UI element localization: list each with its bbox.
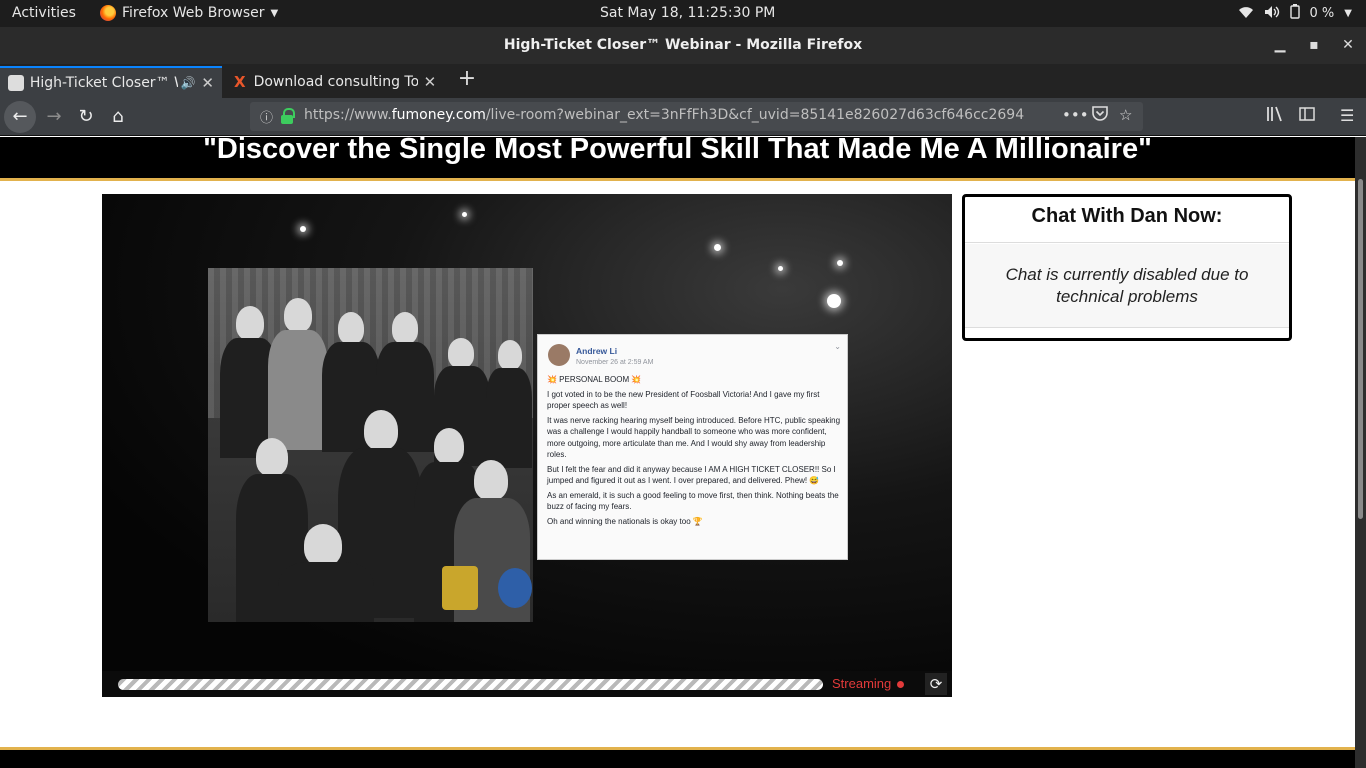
video-player[interactable]: Andrew Li November 26 at 2:59 AM ⌄ 💥 PER… <box>102 194 952 697</box>
webinar-page: "Discover the Single Most Powerful Skill… <box>0 137 1355 768</box>
system-top-bar: Activities Firefox Web Browser ▼ Sat May… <box>0 0 1366 27</box>
close-window-button[interactable]: ✕ <box>1338 35 1358 55</box>
info-icon[interactable]: ⓘ <box>260 107 273 126</box>
streaming-status: Streaming <box>832 676 905 691</box>
group-photo <box>208 268 533 622</box>
close-tab-icon[interactable]: ✕ <box>424 73 437 91</box>
url-bar[interactable]: ⓘ https://www.fumoney.com/live-room?webi… <box>250 102 1143 131</box>
app-menu[interactable]: Firefox Web Browser ▼ <box>100 5 278 21</box>
refresh-icon[interactable]: ⟳ <box>925 673 947 695</box>
close-tab-icon[interactable]: ✕ <box>201 74 214 92</box>
system-tray[interactable]: 0 % ▼ <box>1238 4 1352 23</box>
video-controls: Streaming ⟳ <box>102 671 952 697</box>
page-headline: "Discover the Single Most Powerful Skill… <box>203 137 1152 165</box>
forward-button[interactable]: → <box>40 103 68 131</box>
maximize-button[interactable]: ▪ <box>1304 35 1324 55</box>
window-title-bar: High-Ticket Closer™ Webinar - Mozilla Fi… <box>0 27 1366 64</box>
window-title: High-Ticket Closer™ Webinar - Mozilla Fi… <box>503 37 863 53</box>
post-line: As an emerald, it is such a good feeling… <box>547 490 839 512</box>
back-button[interactable]: ← <box>4 101 36 133</box>
home-button[interactable]: ⌂ <box>104 103 132 131</box>
foosball-australia-logo <box>442 566 478 610</box>
chat-panel: Chat With Dan Now: Chat is currently dis… <box>962 194 1292 341</box>
post-author: Andrew Li <box>576 346 618 356</box>
chevron-down-icon: ▼ <box>270 7 279 19</box>
menu-icon[interactable]: ☰ <box>1340 106 1354 125</box>
url-text[interactable]: https://www.fumoney.com/live-room?webina… <box>304 107 1024 123</box>
headline-banner: "Discover the Single Most Powerful Skill… <box>0 137 1355 181</box>
page-scrollbar[interactable] <box>1355 137 1366 768</box>
power-menu-icon: ▼ <box>1344 8 1352 19</box>
url-domain: fumoney.com <box>391 107 486 123</box>
streaming-label: Streaming <box>832 676 892 691</box>
video-frame: Andrew Li November 26 at 2:59 AM ⌄ 💥 PER… <box>102 194 952 671</box>
stream-progress-bar[interactable] <box>118 679 823 690</box>
sidebar-icon[interactable] <box>1299 106 1315 125</box>
post-line: 💥 PERSONAL BOOM 💥 <box>547 375 642 384</box>
activities-button[interactable]: Activities <box>12 5 76 21</box>
battery-icon <box>1289 4 1300 23</box>
volume-icon <box>1264 5 1280 23</box>
bookmark-star-icon[interactable]: ☆ <box>1119 106 1132 124</box>
wifi-icon <box>1238 5 1254 23</box>
foosball-victoria-logo <box>498 568 532 608</box>
avatar <box>548 344 570 366</box>
post-line: Oh and winning the nationals is okay too… <box>547 516 703 526</box>
post-line: I got voted in to be the new President o… <box>547 389 820 411</box>
page-actions-icon[interactable]: ••• <box>1062 106 1089 124</box>
chevron-down-icon: ⌄ <box>834 342 841 351</box>
firefox-icon <box>100 5 116 21</box>
panther-icon <box>8 75 24 91</box>
reload-button[interactable]: ↻ <box>72 103 100 131</box>
app-name: Firefox Web Browser <box>122 5 265 21</box>
tab-strip: High-Ticket Closer™ W 🔊 ✕ X Download con… <box>0 64 1366 98</box>
post-time: November 26 at 2:59 AM <box>576 359 654 366</box>
navigation-bar: ← → ↻ ⌂ ⓘ https://www.fumoney.com/live-r… <box>0 98 1366 136</box>
tab-label: High-Ticket Closer™ W <box>29 75 179 91</box>
chat-disabled-message: Chat is currently disabled due to techni… <box>965 244 1289 328</box>
post-line: But I felt the fear and did it anyway be… <box>547 464 836 486</box>
battery-percent: 0 % <box>1309 6 1335 21</box>
x-logo-icon: X <box>234 73 246 91</box>
live-dot-icon <box>897 681 905 689</box>
new-tab-button[interactable]: + <box>455 68 479 92</box>
url-path: /live-room?webinar_ext=3nFfFh3D&cf_uvid=… <box>485 107 1024 123</box>
post-line: It was nerve racking hearing myself bein… <box>547 415 841 460</box>
post-body: 💥 PERSONAL BOOM 💥 I got voted in to be t… <box>547 374 843 530</box>
library-icon[interactable] <box>1266 106 1284 126</box>
tab-download[interactable]: X Download consulting Tor ✕ <box>226 66 448 98</box>
url-prefix: https://www. <box>304 107 392 123</box>
speaker-icon[interactable]: 🔊 <box>180 76 195 90</box>
chat-title: Chat With Dan Now: <box>965 197 1289 243</box>
facebook-post: Andrew Li November 26 at 2:59 AM ⌄ 💥 PER… <box>537 334 848 560</box>
lock-icon[interactable] <box>280 108 295 124</box>
clock[interactable]: Sat May 18, 11:25:30 PM <box>600 5 775 21</box>
pocket-icon[interactable] <box>1092 106 1108 125</box>
minimize-button[interactable]: ▁ <box>1270 35 1290 55</box>
tab-label: Download consulting Tor <box>253 74 418 90</box>
scrollbar-thumb[interactable] <box>1358 179 1363 519</box>
tab-webinar[interactable]: High-Ticket Closer™ W 🔊 ✕ <box>0 66 222 98</box>
footer-bar <box>0 747 1355 768</box>
